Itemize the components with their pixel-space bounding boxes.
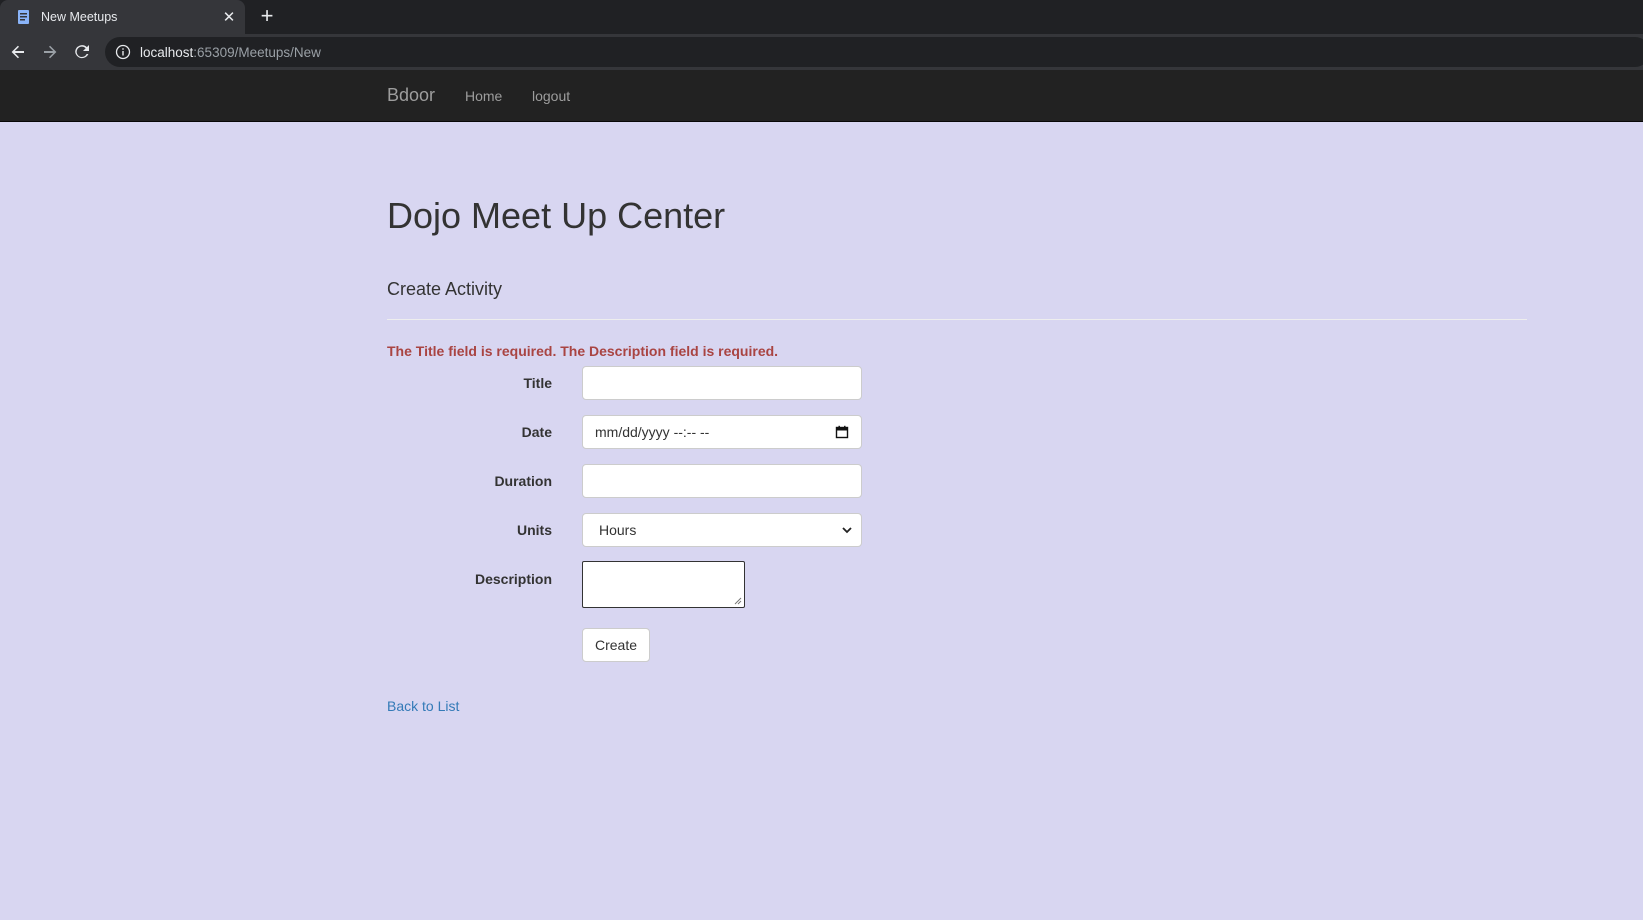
units-label: Units — [517, 522, 552, 538]
create-button[interactable]: Create — [582, 628, 650, 662]
back-to-list-link[interactable]: Back to List — [387, 698, 459, 714]
calendar-icon[interactable] — [835, 425, 849, 439]
description-textarea[interactable] — [582, 561, 745, 608]
date-placeholder: mm/dd/yyyy --:-- -- — [595, 424, 710, 440]
site-info-icon[interactable] — [115, 44, 131, 60]
validation-summary: The Title field is required. The Descrip… — [387, 343, 779, 359]
back-arrow-icon[interactable] — [6, 40, 30, 64]
address-bar[interactable]: localhost:65309/Meetups/New — [105, 37, 1643, 67]
brand-link[interactable]: Bdoor — [387, 85, 435, 106]
url-host: localhost — [140, 44, 194, 60]
title-label: Title — [523, 375, 552, 391]
browser-toolbar: localhost:65309/Meetups/New — [0, 34, 1643, 70]
url-path: :65309/Meetups/New — [193, 44, 321, 60]
duration-input[interactable] — [582, 464, 862, 498]
units-select[interactable]: Hours — [582, 513, 862, 547]
chevron-down-icon — [841, 524, 853, 536]
duration-label: Duration — [494, 473, 552, 489]
section-subtitle: Create Activity — [387, 279, 503, 299]
tab-title: New Meetups — [41, 10, 118, 24]
nav-link-home[interactable]: Home — [465, 88, 502, 104]
nav-link-logout[interactable]: logout — [532, 88, 570, 104]
reload-icon[interactable] — [70, 40, 94, 64]
title-input[interactable] — [582, 366, 862, 400]
new-tab-button[interactable]: + — [255, 5, 279, 29]
units-selected-value: Hours — [599, 522, 637, 538]
date-input[interactable]: mm/dd/yyyy --:-- -- — [582, 415, 862, 449]
page-favicon-icon — [16, 9, 32, 25]
site-navbar: Bdoor Home logout — [0, 70, 1643, 122]
divider — [387, 319, 1527, 320]
date-label: Date — [521, 424, 552, 440]
tab-close-icon[interactable]: ✕ — [217, 5, 241, 29]
resize-handle-icon[interactable] — [734, 597, 742, 605]
browser-tab[interactable]: New Meetups ✕ — [0, 0, 245, 34]
page-title: Dojo Meet Up Center — [387, 195, 726, 236]
description-label: Description — [474, 571, 552, 587]
forward-arrow-icon[interactable] — [38, 40, 62, 64]
browser-tab-strip: New Meetups ✕ + — [0, 0, 1643, 34]
